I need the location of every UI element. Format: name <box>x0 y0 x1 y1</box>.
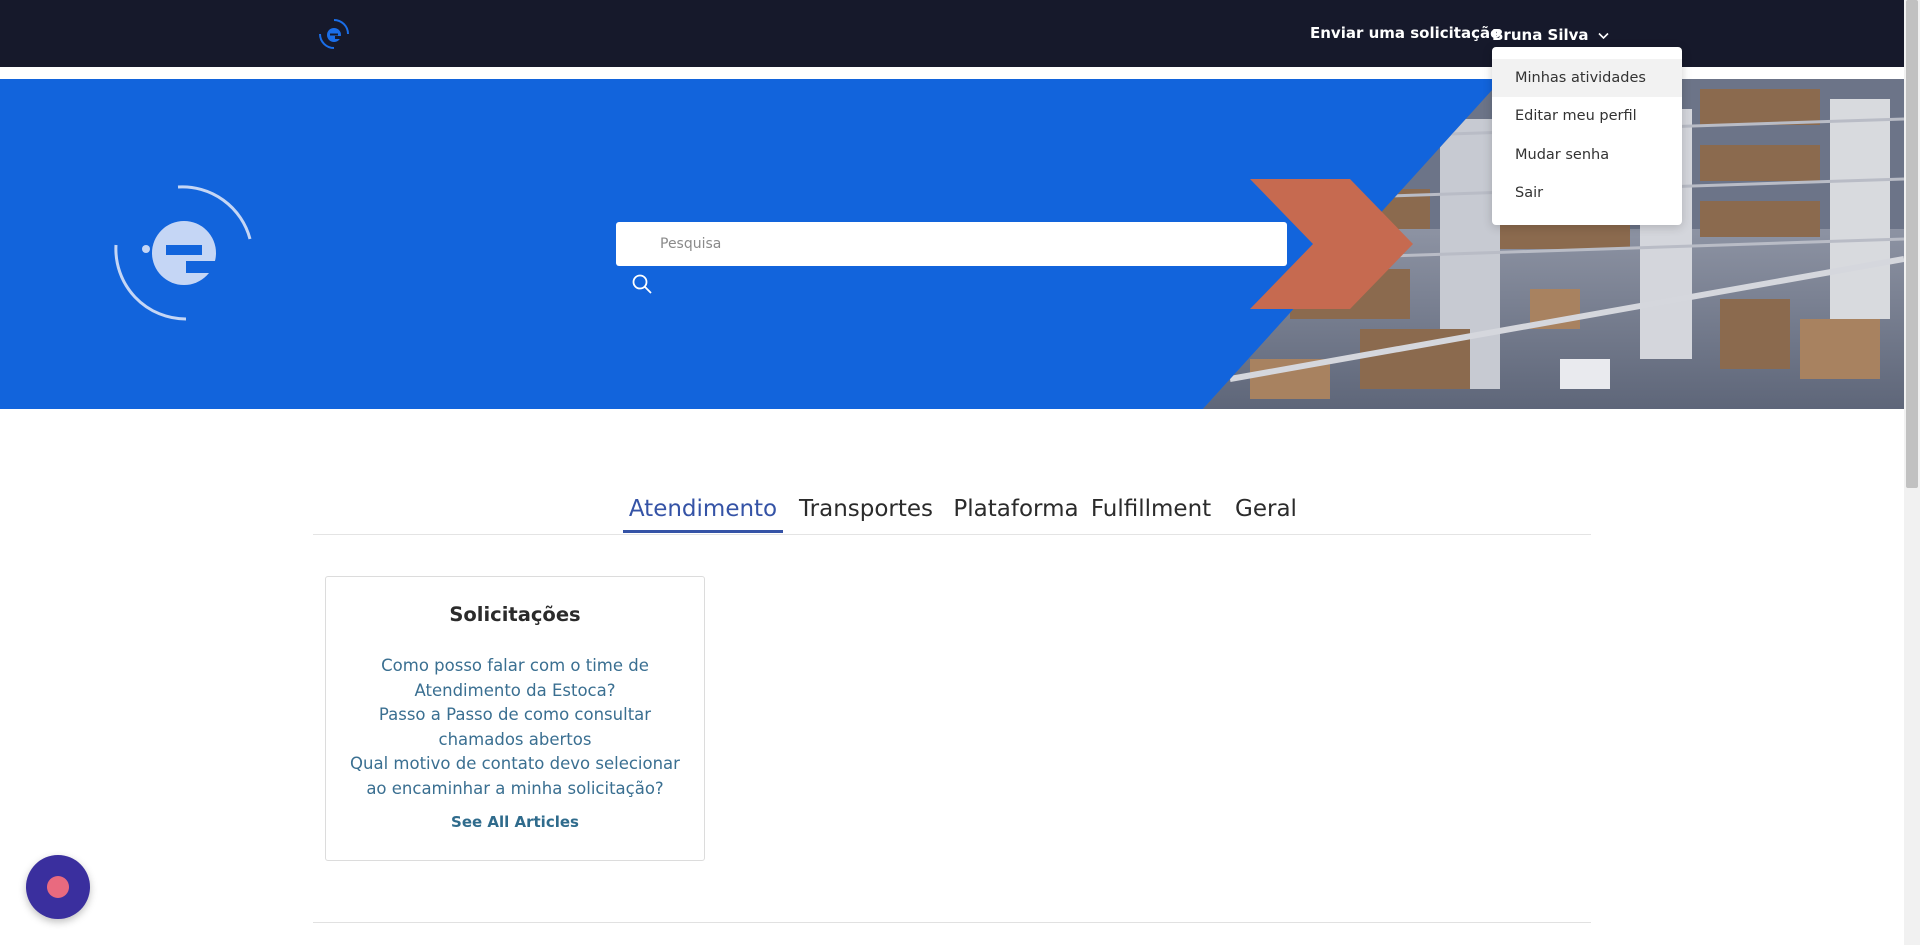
chevron-down-icon <box>1598 32 1609 39</box>
search-input[interactable] <box>616 222 1287 266</box>
menu-item-edit-profile[interactable]: Editar meu perfil <box>1492 97 1682 135</box>
search-icon[interactable] <box>631 273 653 295</box>
section-divider <box>313 922 1591 923</box>
user-menu-toggle[interactable]: Bruna Silva <box>1492 26 1609 44</box>
estoca-logo-icon[interactable] <box>317 17 351 51</box>
tab-atendimento[interactable]: Atendimento <box>623 488 783 533</box>
tab-fulfillment[interactable]: Fulfillment <box>1078 488 1224 533</box>
menu-item-sign-out[interactable]: Sair <box>1492 174 1682 212</box>
tab-transportes[interactable]: Transportes <box>793 488 939 533</box>
section-card-solicitacoes: Solicitações Como posso falar com o time… <box>325 576 705 861</box>
scrollbar-thumb[interactable] <box>1906 0 1918 488</box>
tab-geral[interactable]: Geral <box>1206 488 1326 533</box>
category-tabs: Atendimento Transportes Plataforma Fulfi… <box>313 488 1591 535</box>
article-link[interactable]: Qual motivo de contato devo selecionar a… <box>346 751 684 801</box>
page-scrollbar[interactable] <box>1904 0 1920 945</box>
chat-widget-button[interactable] <box>26 855 90 919</box>
user-dropdown-menu: Minhas atividades Editar meu perfil Muda… <box>1492 47 1682 225</box>
menu-item-change-password[interactable]: Mudar senha <box>1492 136 1682 174</box>
article-link[interactable]: Passo a Passo de como consultar chamados… <box>346 702 684 752</box>
chat-icon <box>47 876 69 898</box>
card-title: Solicitações <box>449 603 581 626</box>
article-link[interactable]: Como posso falar com o time de Atendimen… <box>346 653 684 703</box>
user-name: Bruna Silva <box>1492 26 1589 44</box>
estoca-hero-logo-icon <box>114 185 252 321</box>
see-all-articles-link[interactable]: See All Articles <box>326 813 704 831</box>
menu-item-my-activities[interactable]: Minhas atividades <box>1492 59 1682 97</box>
submit-request-link[interactable]: Enviar uma solicitação <box>1310 24 1500 42</box>
tab-plataforma[interactable]: Plataforma <box>941 488 1091 533</box>
